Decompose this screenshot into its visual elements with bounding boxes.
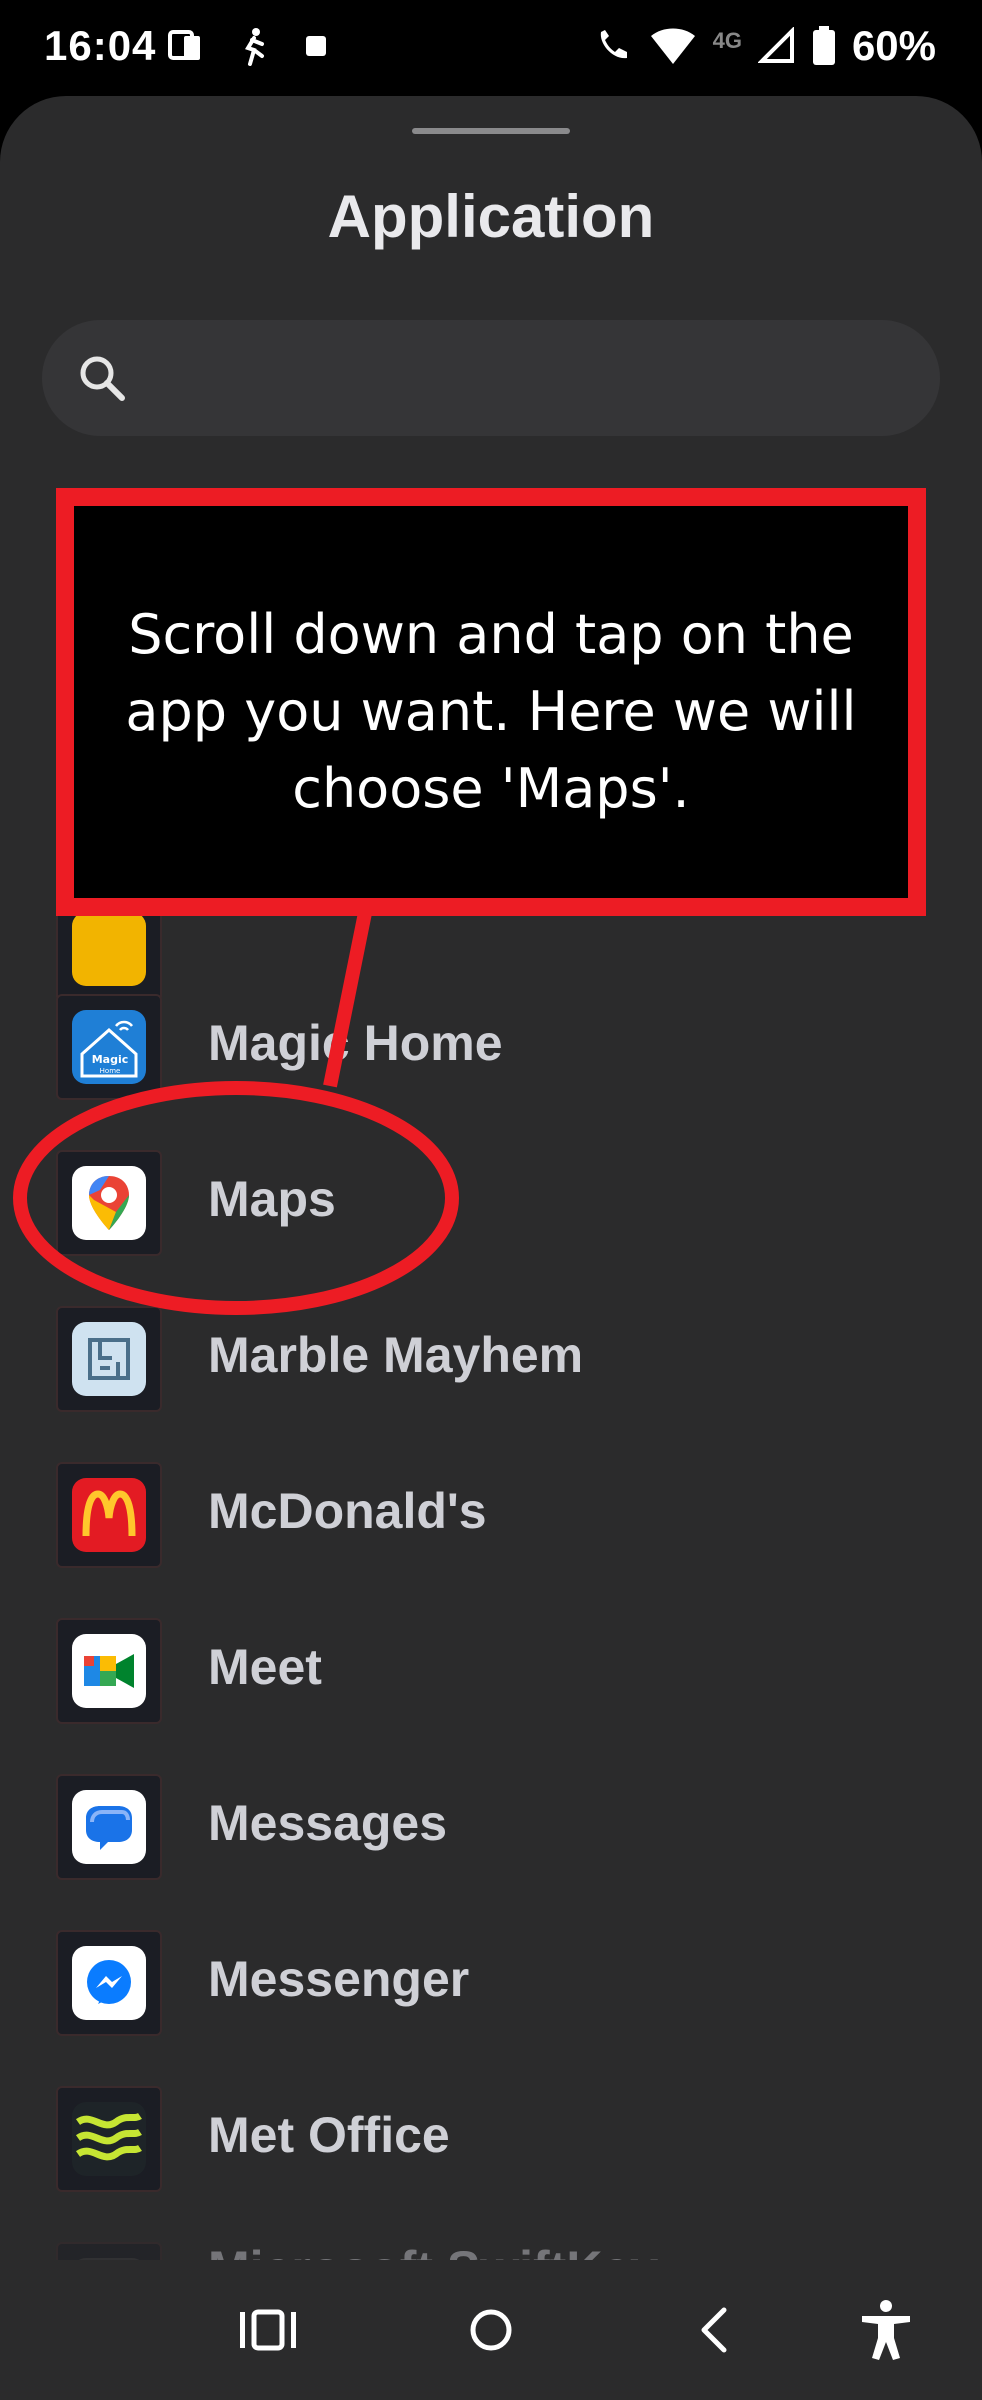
network-type-label: 4G [712, 28, 742, 53]
svg-text:Home: Home [100, 1067, 121, 1075]
status-bar: 16:04 4G 60% [0, 0, 982, 96]
app-item-messenger[interactable]: Messenger [56, 1930, 936, 2038]
app-label: Marble Mayhem [208, 1327, 584, 1383]
recent-apps-icon[interactable] [230, 2292, 306, 2368]
app-item-messages[interactable]: Messages [56, 1774, 936, 1882]
messages-bubble-icon [72, 1790, 146, 1864]
app-label: Messages [208, 1795, 448, 1851]
status-time: 16:04 [44, 22, 157, 69]
stop-square-icon [306, 36, 326, 56]
app-item-magic-home[interactable]: Magic Home Magic Home [56, 994, 936, 1102]
maze-icon [72, 1322, 146, 1396]
status-notification-icons [166, 26, 330, 66]
app-icon-frame [56, 1618, 162, 1724]
app-list: Magic Home Magic Home Maps Marble Mayhem… [0, 96, 982, 2260]
home-icon[interactable] [453, 2292, 529, 2368]
back-icon[interactable] [676, 2292, 752, 2368]
wifi-calling-icon [600, 30, 627, 59]
app-icon-frame: Magic Home [56, 994, 162, 1100]
app-item-microsoft-swiftkey[interactable]: Microsoft SwiftKey [56, 2242, 936, 2260]
app-icon-frame [56, 2242, 162, 2260]
navigation-bar [0, 2260, 982, 2400]
accessibility-icon[interactable] [848, 2292, 924, 2368]
app-item-met-office[interactable]: Met Office [56, 2086, 936, 2194]
walking-person-icon [245, 28, 264, 66]
app-icon-frame [56, 2086, 162, 2192]
app-item-maps[interactable]: Maps [56, 1150, 936, 1258]
app-label: McDonald's [208, 1483, 487, 1539]
app-label: Maps [208, 1171, 336, 1227]
app-picker-sheet: Application Magic Home Magic Home Maps M… [0, 96, 982, 2260]
app-item-mcdonalds[interactable]: McDonald's [56, 1462, 936, 1570]
app-label: Microsoft SwiftKey [208, 2242, 658, 2260]
cell-signal-icon [757, 27, 794, 63]
app-label: Meet [208, 1639, 322, 1695]
mcdonalds-arches-icon [72, 1478, 146, 1552]
messenger-icon [72, 1946, 146, 2020]
app-label: Magic Home [208, 1015, 503, 1071]
app-icon-frame [56, 1930, 162, 2036]
battery-percentage: 60% [851, 22, 936, 69]
app-icon-frame [56, 1150, 162, 1256]
app-label: Messenger [208, 1951, 470, 2007]
battery-icon [812, 26, 835, 65]
app-icon-frame [56, 1462, 162, 1568]
svg-text:Magic: Magic [92, 1053, 129, 1066]
app-label: Met Office [208, 2107, 450, 2163]
app-icon-frame [56, 1774, 162, 1880]
status-system-icons: 4G 60% [593, 22, 936, 70]
magic-home-icon: Magic Home [72, 1010, 146, 1084]
app-item-marble-mayhem[interactable]: Marble Mayhem [56, 1306, 936, 1414]
app-item-meet[interactable]: Meet [56, 1618, 936, 1726]
wifi-icon [650, 28, 695, 64]
app-icon-frame [56, 1306, 162, 1412]
maps-pin-icon [72, 1166, 146, 1240]
app-icon-yellow [72, 912, 146, 986]
met-office-waves-icon [72, 2102, 146, 2176]
tutorial-callout: Scroll down and tap on the app you want.… [56, 488, 926, 916]
meet-camera-icon [72, 1634, 146, 1708]
phone-link-icon [168, 30, 200, 60]
callout-text: Scroll down and tap on the app you want.… [125, 603, 857, 820]
